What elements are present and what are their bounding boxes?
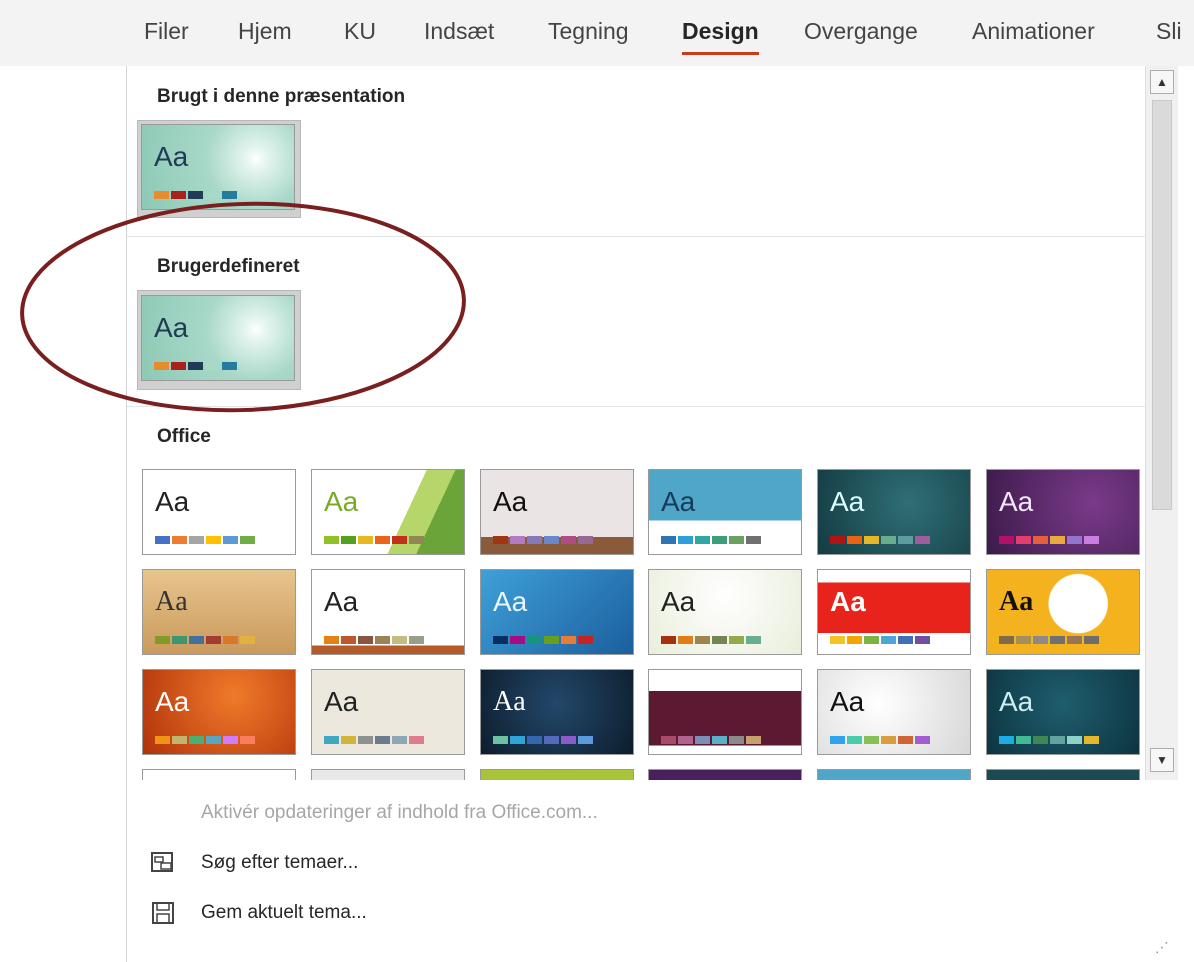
theme-label: Aa <box>324 686 359 717</box>
color-swatches <box>830 736 930 744</box>
theme-wisp[interactable]: Aa <box>648 569 802 655</box>
theme-label: Aa <box>830 486 865 517</box>
color-swatches <box>155 536 255 544</box>
color-swatches <box>154 362 237 370</box>
theme-office[interactable]: Aa <box>142 469 296 555</box>
theme-organic[interactable]: Aa <box>142 569 296 655</box>
theme-label: Aa <box>155 486 190 517</box>
tab-hjem[interactable]: Hjem <box>238 18 292 45</box>
theme-label: Aa <box>493 586 528 617</box>
theme-label: Aa <box>324 586 359 617</box>
resize-grip-icon[interactable]: ⋰ <box>1155 939 1169 956</box>
color-swatches <box>661 736 761 744</box>
theme-badge[interactable]: Aa <box>986 569 1140 655</box>
theme-label: Aa <box>999 586 1034 617</box>
theme-droplet[interactable]: Aa <box>817 669 971 755</box>
theme-label: Aa <box>154 312 189 343</box>
color-swatches <box>830 636 930 644</box>
theme-label: Aa <box>154 141 189 172</box>
color-swatches <box>155 636 255 644</box>
themes-gallery: Brugt i denne præsentation Aa Brugerdefi… <box>127 66 1145 780</box>
color-swatches <box>324 636 424 644</box>
theme-banded[interactable]: Aa <box>817 569 971 655</box>
color-swatches <box>999 536 1099 544</box>
theme-partial[interactable] <box>648 769 802 780</box>
tab-indsaet[interactable]: Indsæt <box>424 18 494 45</box>
color-swatches <box>999 636 1099 644</box>
section-title-office: Office <box>157 426 211 447</box>
enable-updates-item: Aktivér opdateringer af indhold fra Offi… <box>201 802 598 823</box>
theme-label: Aa <box>155 686 190 717</box>
theme-label: Aa <box>830 686 865 717</box>
theme-vapor[interactable]: Aa <box>986 669 1140 755</box>
color-swatches <box>493 536 593 544</box>
browse-themes-label: Søg efter temaer... <box>201 852 359 873</box>
theme-retrospect[interactable]: Aa <box>311 569 465 655</box>
theme-ion[interactable]: Aa <box>817 469 971 555</box>
theme-frame[interactable]: Aa <box>311 669 465 755</box>
section-title-used: Brugt i denne præsentation <box>157 86 406 107</box>
theme-mesh[interactable]: Aa <box>480 669 634 755</box>
tab-filer[interactable]: Filer <box>144 18 189 45</box>
color-swatches <box>999 736 1099 744</box>
tab-animationer[interactable]: Animationer <box>972 18 1095 45</box>
section-divider <box>127 236 1145 237</box>
theme-ion-pattern[interactable]: Aa <box>648 469 802 555</box>
theme-integral[interactable]: Aa <box>480 469 634 555</box>
tab-design[interactable]: Design <box>682 18 759 55</box>
save-theme-item[interactable]: Gem aktuelt tema... <box>147 896 367 930</box>
color-swatches <box>493 636 593 644</box>
color-swatches <box>324 736 424 744</box>
theme-partial[interactable] <box>480 769 634 780</box>
theme-partial[interactable] <box>142 769 296 780</box>
color-swatches <box>155 736 255 744</box>
themes-dropdown: Brugt i denne præsentation Aa Brugerdefi… <box>126 66 1178 962</box>
theme-label: Aa <box>661 486 696 517</box>
color-swatches <box>830 536 930 544</box>
chevron-up-icon[interactable]: ▲ <box>1150 70 1174 94</box>
theme-label: Aa <box>661 586 696 617</box>
theme-label: Aa <box>155 586 188 617</box>
theme-savon[interactable]: Aa <box>648 669 802 755</box>
theme-label: Aa <box>324 486 359 517</box>
color-swatches <box>493 736 593 744</box>
theme-facet-current[interactable]: Aa <box>141 124 295 210</box>
tab-slide-show[interactable]: Sli <box>1156 18 1182 45</box>
gallery-scrollbar[interactable]: ▲ ▼ <box>1145 66 1178 780</box>
tab-overgange[interactable]: Overgange <box>804 18 918 45</box>
scrollbar-thumb[interactable] <box>1152 100 1172 510</box>
theme-berlin[interactable]: Aa <box>142 669 296 755</box>
color-swatches <box>154 191 237 199</box>
tab-tegning[interactable]: Tegning <box>548 18 629 45</box>
save-theme-label: Gem aktuelt tema... <box>201 902 367 923</box>
chevron-down-icon[interactable]: ▼ <box>1150 748 1174 772</box>
theme-label: Aa <box>493 486 528 517</box>
theme-label: Aa <box>493 686 526 717</box>
theme-ion-boardroom[interactable]: Aa <box>986 469 1140 555</box>
tab-ku[interactable]: KU <box>344 18 376 45</box>
theme-slice[interactable]: Aa <box>480 569 634 655</box>
theme-label: Aa <box>830 586 866 617</box>
browse-themes-icon <box>147 850 179 876</box>
section-divider <box>127 406 1145 407</box>
color-swatches <box>661 536 761 544</box>
color-swatches <box>324 536 424 544</box>
theme-facet[interactable]: Aa <box>311 469 465 555</box>
theme-custom[interactable]: Aa <box>141 295 295 381</box>
theme-label: Aa <box>661 686 696 717</box>
theme-partial[interactable] <box>311 769 465 780</box>
theme-partial[interactable] <box>986 769 1140 780</box>
browse-themes-item[interactable]: Søg efter temaer... <box>147 846 358 880</box>
ribbon-tabs: Filer Hjem KU Indsæt Tegning Design Over… <box>0 0 1194 66</box>
theme-label: Aa <box>999 486 1034 517</box>
save-icon <box>147 900 179 926</box>
theme-label: Aa <box>999 686 1034 717</box>
section-title-custom: Brugerdefineret <box>157 256 300 277</box>
color-swatches <box>661 636 761 644</box>
theme-partial[interactable] <box>817 769 971 780</box>
